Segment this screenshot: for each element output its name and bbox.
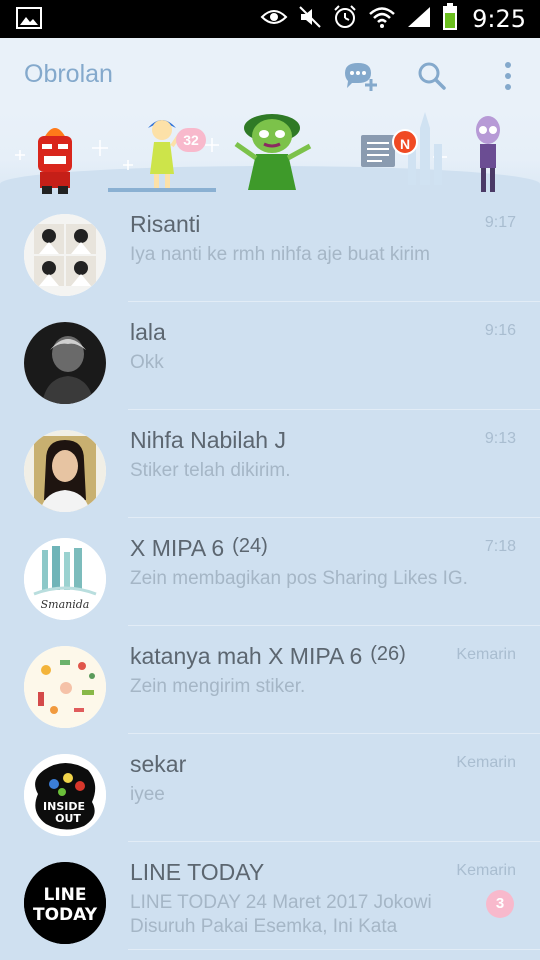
fear-sticker-tab[interactable] bbox=[432, 110, 540, 200]
chat-name-text: katanya mah X MIPA 6 bbox=[130, 643, 363, 669]
chat-last-message: Iya nanti ke rmh nihfa aje buat kirim bbox=[130, 244, 430, 265]
search-icon[interactable] bbox=[412, 56, 452, 96]
row-divider bbox=[128, 949, 540, 950]
chat-last-message: Okk bbox=[130, 352, 164, 373]
chat-name-text: Risanti bbox=[130, 211, 201, 237]
chat-time: 9:13 bbox=[484, 430, 516, 447]
member-count: (26) bbox=[370, 643, 406, 665]
chat-time: Kemarin bbox=[456, 754, 516, 771]
chat-name: lala bbox=[130, 319, 166, 346]
chat-row-lala[interactable]: lala 9:16 Okk bbox=[0, 302, 540, 410]
chat-time: Kemarin bbox=[456, 862, 516, 879]
chat-name-text: LINE TODAY bbox=[130, 859, 265, 885]
avatar bbox=[24, 322, 106, 404]
battery-icon bbox=[442, 2, 458, 36]
chat-last-message: LINE TODAY 24 Maret 2017 Jokowi Disuruh … bbox=[130, 892, 432, 937]
chat-row-x-mipa-6[interactable]: Smanida X MIPA 6 (24) 7:18 Zein membagika… bbox=[0, 518, 540, 626]
avatar bbox=[24, 430, 106, 512]
timeline-new-badge: N bbox=[392, 129, 418, 155]
eye-icon bbox=[260, 7, 288, 32]
chat-time: Kemarin bbox=[456, 646, 516, 663]
joy-tab-badge: 32 bbox=[176, 128, 206, 152]
new-chat-icon[interactable] bbox=[340, 56, 380, 96]
chat-last-message: Stiker telah dikirim. bbox=[130, 460, 291, 481]
anger-sticker-tab[interactable] bbox=[0, 110, 108, 200]
chat-name: katanya mah X MIPA 6 (26) bbox=[130, 643, 406, 670]
anger-character-icon bbox=[38, 128, 72, 194]
chat-row-nihfa-nabilah-j[interactable]: Nihfa Nabilah J 9:13 Stiker telah dikiri… bbox=[0, 410, 540, 518]
avatar-caption-line2: OUT bbox=[55, 812, 81, 825]
joy-character-icon bbox=[148, 120, 182, 192]
avatar: LINE TODAY bbox=[24, 862, 106, 944]
image-notification-icon bbox=[16, 7, 42, 34]
joy-sticker-tab[interactable]: 32 bbox=[108, 110, 216, 200]
timeline-list-icon bbox=[361, 135, 395, 167]
avatar: Smanida bbox=[24, 538, 106, 620]
sticker-tab-banner: 32 N bbox=[0, 110, 540, 200]
avatar bbox=[24, 646, 106, 728]
wifi-icon bbox=[368, 5, 396, 34]
clock-time: 9:25 bbox=[472, 5, 526, 33]
alarm-icon bbox=[332, 4, 358, 35]
signal-icon bbox=[406, 5, 432, 34]
chat-last-message: Zein mengirim stiker. bbox=[130, 676, 306, 697]
chat-row-line-today[interactable]: LINE TODAY LINE TODAY Kemarin LINE TODAY… bbox=[0, 842, 540, 950]
chat-time: 9:17 bbox=[484, 214, 516, 231]
chat-name: Risanti bbox=[130, 211, 200, 238]
chat-name: LINE TODAY bbox=[130, 859, 264, 886]
chat-name-text: sekar bbox=[130, 751, 187, 777]
avatar bbox=[24, 214, 106, 296]
chat-name: sekar bbox=[130, 751, 186, 778]
status-bar: 9:25 bbox=[0, 0, 540, 38]
chat-name-text: Nihfa Nabilah J bbox=[130, 427, 286, 453]
timeline-tab[interactable]: N bbox=[324, 110, 432, 200]
chat-row-risanti[interactable]: Risanti 9:17 Iya nanti ke rmh nihfa aje … bbox=[0, 194, 540, 302]
chat-row-sekar[interactable]: INSIDE OUT sekar Kemarin iyee bbox=[0, 734, 540, 842]
chat-name: X MIPA 6 (24) bbox=[130, 535, 268, 562]
mute-icon bbox=[298, 5, 322, 34]
avatar-caption-line1: LINE bbox=[44, 885, 87, 905]
chat-list: Risanti 9:17 Iya nanti ke rmh nihfa aje … bbox=[0, 194, 540, 950]
chat-last-message: iyee bbox=[130, 784, 165, 805]
avatar-caption: Smanida bbox=[41, 598, 90, 611]
chat-name-text: lala bbox=[130, 319, 166, 345]
avatar-caption-line2: TODAY bbox=[33, 905, 98, 925]
page-title: Obrolan bbox=[24, 60, 113, 88]
active-tab-indicator bbox=[108, 188, 216, 192]
chat-time: 9:16 bbox=[484, 322, 516, 339]
chat-name-text: X MIPA 6 bbox=[130, 535, 225, 561]
chat-row-katanya-mah-x-mipa-6[interactable]: katanya mah X MIPA 6 (26) Kemarin Zein me… bbox=[0, 626, 540, 734]
unread-badge: 3 bbox=[486, 890, 514, 918]
disgust-sticker-tab[interactable] bbox=[216, 110, 324, 200]
chat-last-message: Zein membagikan pos Sharing Likes IG. bbox=[130, 568, 468, 589]
chat-time: 7:18 bbox=[484, 538, 516, 555]
avatar: INSIDE OUT bbox=[24, 754, 106, 836]
more-vertical-icon[interactable] bbox=[488, 56, 528, 96]
fear-character-icon bbox=[476, 116, 500, 192]
chat-name: Nihfa Nabilah J bbox=[130, 427, 286, 454]
disgust-character-icon bbox=[234, 114, 312, 190]
app-header: Obrolan bbox=[0, 38, 540, 110]
member-count: (24) bbox=[232, 535, 268, 557]
